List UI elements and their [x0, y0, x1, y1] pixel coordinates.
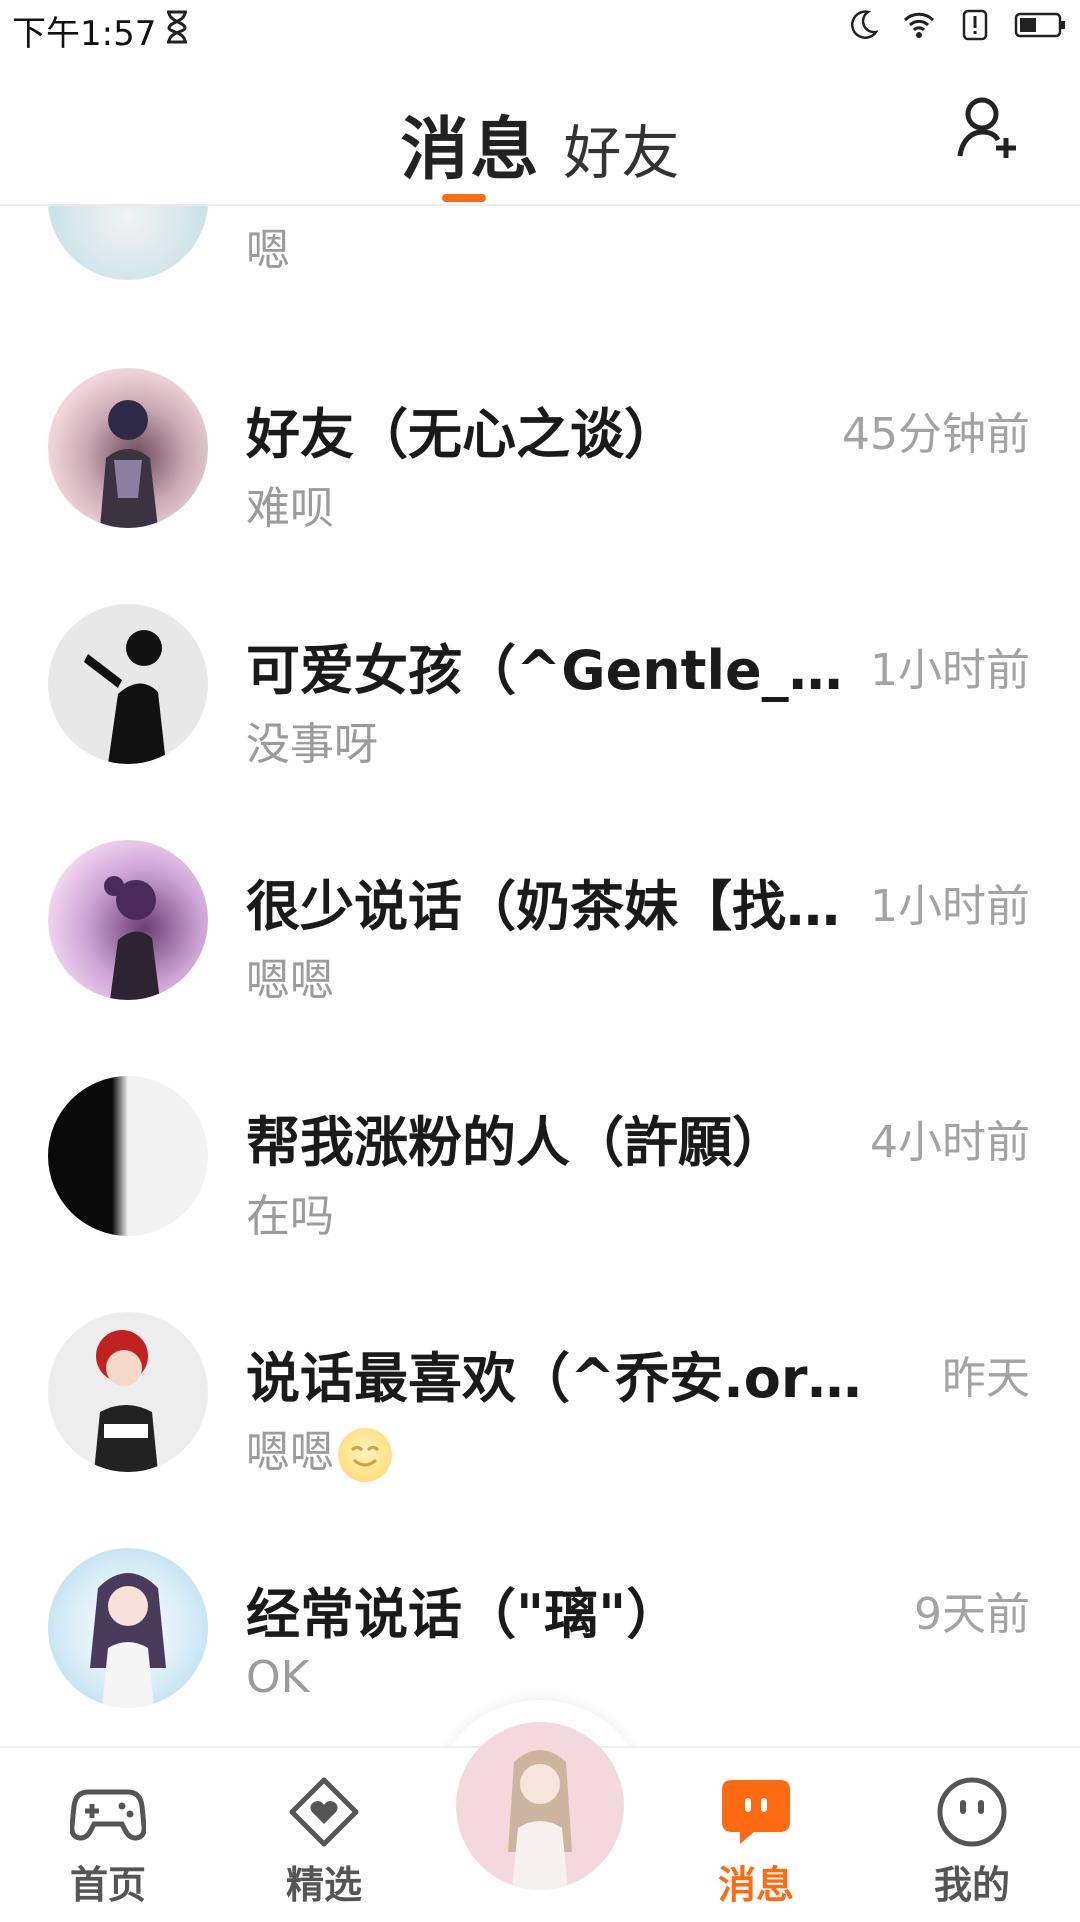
avatar[interactable] — [48, 206, 208, 280]
chat-bubble-icon — [722, 1780, 790, 1844]
nav-home-label: 首页 — [69, 1863, 146, 1907]
avatar[interactable] — [48, 604, 208, 764]
tab-friends[interactable]: 好友 — [564, 119, 680, 187]
message-list[interactable]: 嗯 好友（无心之谈） 45分钟前 难呗 可爱女孩（^Gentle_o桉… 1小时… — [0, 206, 1080, 1746]
contact-name: 经常说话（"璃"） — [246, 1583, 681, 1646]
heart-badge-icon — [289, 1777, 359, 1847]
gamepad-icon — [70, 1789, 146, 1841]
nav-featured-label: 精选 — [285, 1863, 362, 1907]
contact-name: 帮我涨粉的人（許願） — [246, 1111, 786, 1174]
status-time: 下午1:57 — [12, 14, 157, 54]
message-preview: 嗯嗯 — [246, 955, 334, 1006]
header: 消息 好友 — [0, 56, 1080, 206]
nav-profile-label: 我的 — [933, 1863, 1010, 1907]
center-avatar-figure — [508, 1750, 572, 1890]
active-tab-indicator — [442, 194, 486, 202]
nav-messages[interactable]: 消息 — [686, 1774, 826, 1909]
message-time: 45分钟前 — [842, 409, 1030, 460]
contact-name: 好友（无心之谈） — [246, 403, 678, 466]
alert-icon — [962, 9, 988, 41]
tab-messages[interactable]: 消息 — [400, 111, 540, 190]
message-row[interactable]: 很少说话（奶茶妹【找… 1小时前 嗯嗯 — [0, 832, 1080, 1068]
tab-bar: 消息 好友 — [0, 94, 1080, 193]
battery-icon — [1014, 12, 1065, 38]
message-preview: 嗯嗯 — [246, 1416, 392, 1482]
smile-emoji-icon — [338, 1428, 392, 1482]
avatar[interactable] — [48, 840, 208, 1000]
moon-icon — [851, 10, 879, 39]
message-row[interactable]: 说话最喜欢（^乔安.orギ… 昨天 嗯嗯 — [0, 1304, 1080, 1540]
add-user-icon[interactable] — [956, 94, 1020, 160]
contact-name: 很少说话（奶茶妹【找… — [246, 875, 840, 938]
avatar[interactable] — [48, 1312, 208, 1472]
status-icons — [846, 8, 1066, 42]
avatar-figure — [90, 1573, 166, 1708]
message-time: 1小时前 — [870, 881, 1030, 932]
avatar[interactable] — [48, 1076, 208, 1236]
wifi-icon — [903, 12, 935, 38]
message-time: 1小时前 — [870, 645, 1030, 696]
message-row[interactable]: 可爱女孩（^Gentle_o桉… 1小时前 没事呀 — [0, 596, 1080, 832]
nav-messages-label: 消息 — [717, 1863, 794, 1907]
message-time: 9天前 — [914, 1589, 1030, 1640]
message-preview: 在吗 — [246, 1191, 334, 1242]
status-bar: 下午1:57 — [0, 0, 1080, 56]
avatar-figure — [94, 1330, 158, 1472]
nav-home[interactable]: 首页 — [38, 1774, 178, 1909]
message-time: 4小时前 — [870, 1117, 1030, 1168]
contact-name: 可爱女孩（^Gentle_o桉… — [246, 639, 866, 702]
message-row[interactable]: 好友（无心之谈） 45分钟前 难呗 — [0, 360, 1080, 596]
message-preview: 没事呀 — [246, 719, 378, 770]
message-preview: OK — [246, 1652, 310, 1703]
avatar[interactable] — [48, 1548, 208, 1708]
center-avatar-button[interactable] — [456, 1722, 624, 1890]
hourglass-icon — [167, 10, 187, 44]
avatar-silhouette — [84, 630, 166, 764]
message-preview: 嗯 — [246, 225, 290, 276]
contact-name: 说话最喜欢（^乔安.orギ… — [246, 1347, 866, 1410]
message-row[interactable]: 帮我涨粉的人（許願） 4小时前 在吗 — [0, 1068, 1080, 1304]
message-preview: 难呗 — [246, 483, 334, 534]
message-time: 昨天 — [942, 1353, 1030, 1404]
avatar-figure — [100, 400, 158, 528]
avatar[interactable] — [48, 368, 208, 528]
nav-profile[interactable]: 我的 — [902, 1774, 1042, 1909]
smiley-face-icon — [937, 1777, 1007, 1847]
nav-featured[interactable]: 精选 — [254, 1774, 394, 1909]
message-preview-text: 嗯嗯 — [246, 1427, 334, 1478]
avatar-figure — [104, 876, 160, 1000]
